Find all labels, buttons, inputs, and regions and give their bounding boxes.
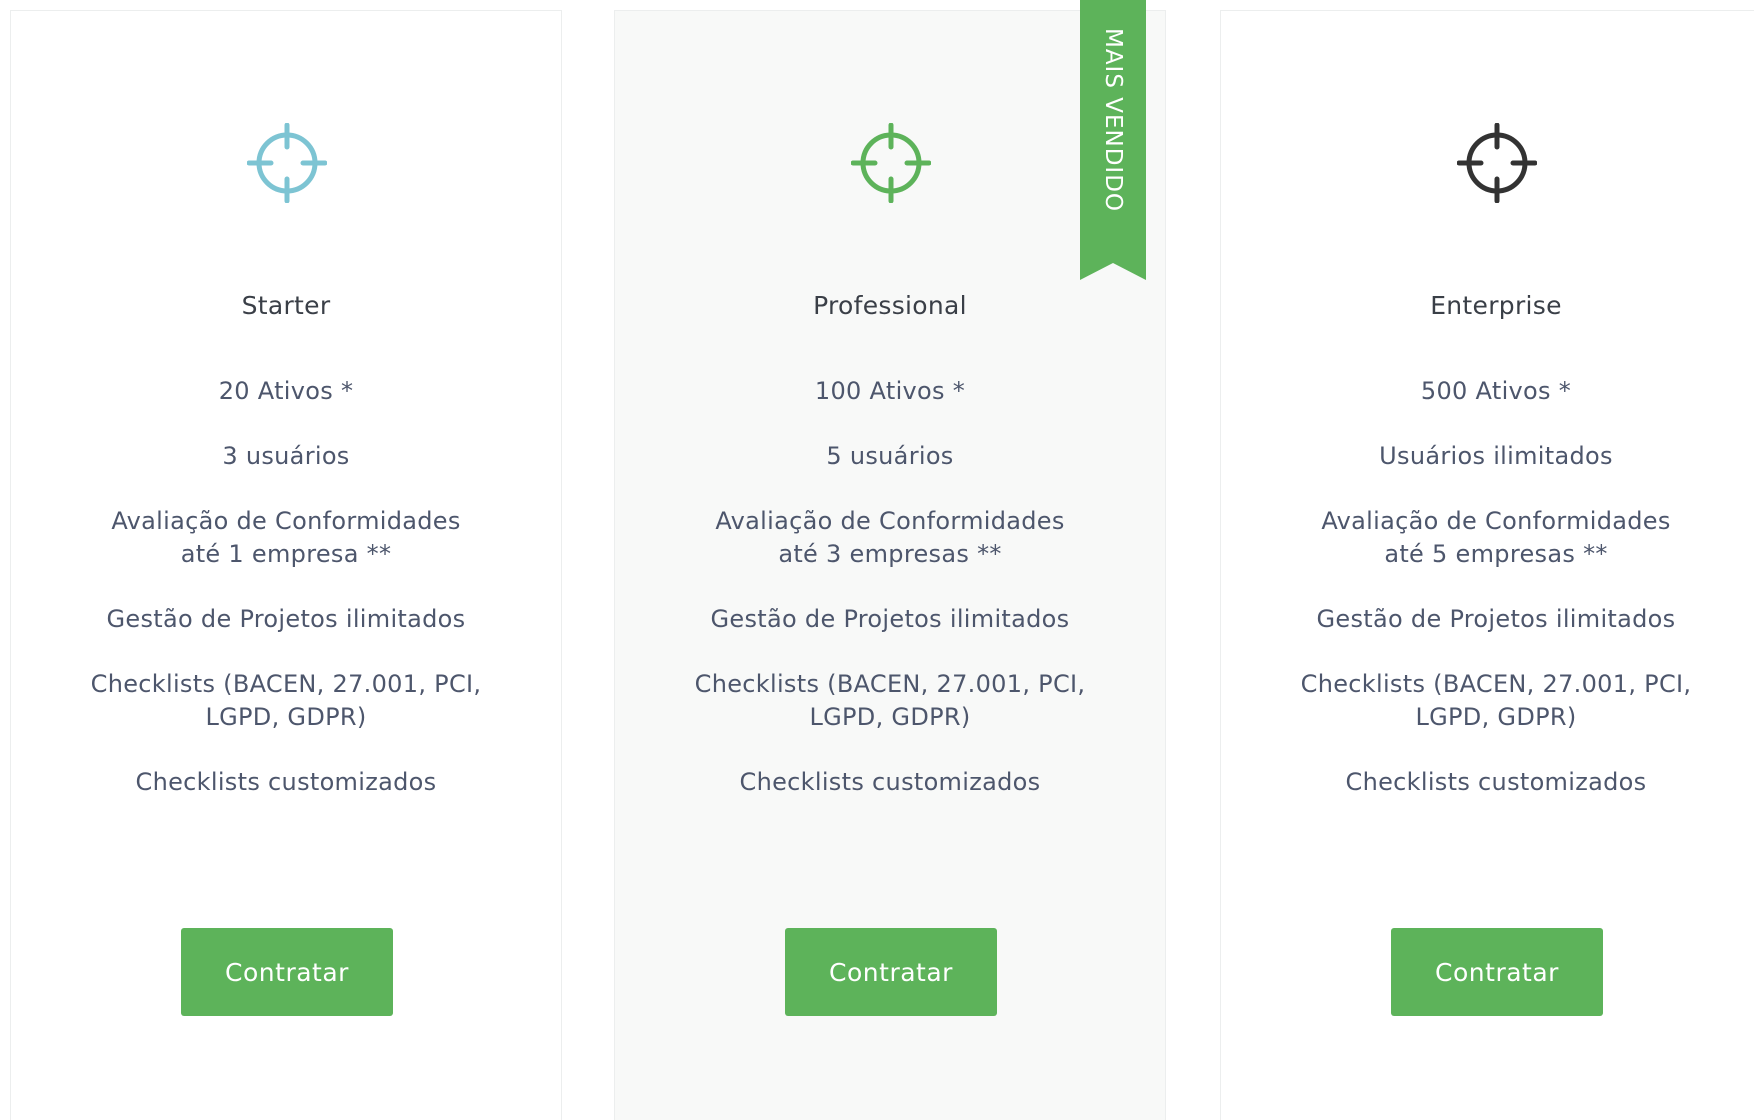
feature-custom-checklists: Checklists customizados — [135, 768, 437, 796]
feature-checklists: Checklists (BACEN, 27.001, PCI, LGPD, GD… — [615, 668, 1165, 734]
feature-checklists-line1: Checklists (BACEN, 27.001, PCI, — [90, 670, 482, 698]
feature-checklists-line1: Checklists (BACEN, 27.001, PCI, — [694, 670, 1086, 698]
contratar-button-starter[interactable]: Contratar — [181, 928, 393, 1016]
crosshair-icon — [851, 123, 931, 203]
feature-assets: 500 Ativos * — [1420, 377, 1572, 405]
plan-name: Enterprise — [1430, 291, 1562, 320]
feature-checklists-line1: Checklists (BACEN, 27.001, PCI, — [1300, 670, 1692, 698]
contratar-button-professional[interactable]: Contratar — [785, 928, 997, 1016]
feature-compliance-line2: até 5 empresas ** — [1384, 540, 1608, 568]
plan-card-enterprise: Enterprise 500 Ativos * Usuários ilimita… — [1220, 10, 1754, 1120]
feature-projects: Gestão de Projetos ilimitados — [710, 605, 1070, 633]
best-seller-ribbon: MAIS VENDIDO — [1080, 0, 1146, 280]
feature-projects: Gestão de Projetos ilimitados — [1316, 605, 1676, 633]
feature-assets: 20 Ativos * — [218, 377, 354, 405]
feature-assets: 100 Ativos * — [814, 377, 966, 405]
feature-projects: Gestão de Projetos ilimitados — [106, 605, 466, 633]
feature-compliance-line2: até 3 empresas ** — [778, 540, 1002, 568]
feature-compliance-line2: até 1 empresa ** — [180, 540, 392, 568]
feature-compliance-line1: Avaliação de Conformidades — [111, 507, 461, 535]
plan-name: Starter — [241, 291, 331, 320]
feature-users: Usuários ilimitados — [1379, 442, 1613, 470]
contratar-button-enterprise[interactable]: Contratar — [1391, 928, 1603, 1016]
feature-users: 3 usuários — [222, 442, 350, 470]
ribbon-label: MAIS VENDIDO — [1100, 27, 1126, 213]
plan-card-starter: Starter 20 Ativos * 3 usuários Avaliação… — [10, 10, 562, 1120]
feature-checklists-line2: LGPD, GDPR) — [205, 703, 367, 731]
feature-compliance: Avaliação de Conformidades até 3 empresa… — [615, 505, 1165, 571]
feature-compliance: Avaliação de Conformidades até 1 empresa… — [11, 505, 561, 571]
plan-name: Professional — [813, 291, 967, 320]
crosshair-icon — [247, 123, 327, 203]
feature-checklists: Checklists (BACEN, 27.001, PCI, LGPD, GD… — [11, 668, 561, 734]
feature-checklists-line2: LGPD, GDPR) — [809, 703, 971, 731]
feature-checklists: Checklists (BACEN, 27.001, PCI, LGPD, GD… — [1221, 668, 1754, 734]
feature-compliance: Avaliação de Conformidades até 5 empresa… — [1221, 505, 1754, 571]
feature-custom-checklists: Checklists customizados — [1345, 768, 1647, 796]
feature-checklists-line2: LGPD, GDPR) — [1415, 703, 1577, 731]
crosshair-icon — [1457, 123, 1537, 203]
feature-custom-checklists: Checklists customizados — [739, 768, 1041, 796]
feature-compliance-line1: Avaliação de Conformidades — [715, 507, 1065, 535]
feature-compliance-line1: Avaliação de Conformidades — [1321, 507, 1671, 535]
feature-users: 5 usuários — [826, 442, 954, 470]
